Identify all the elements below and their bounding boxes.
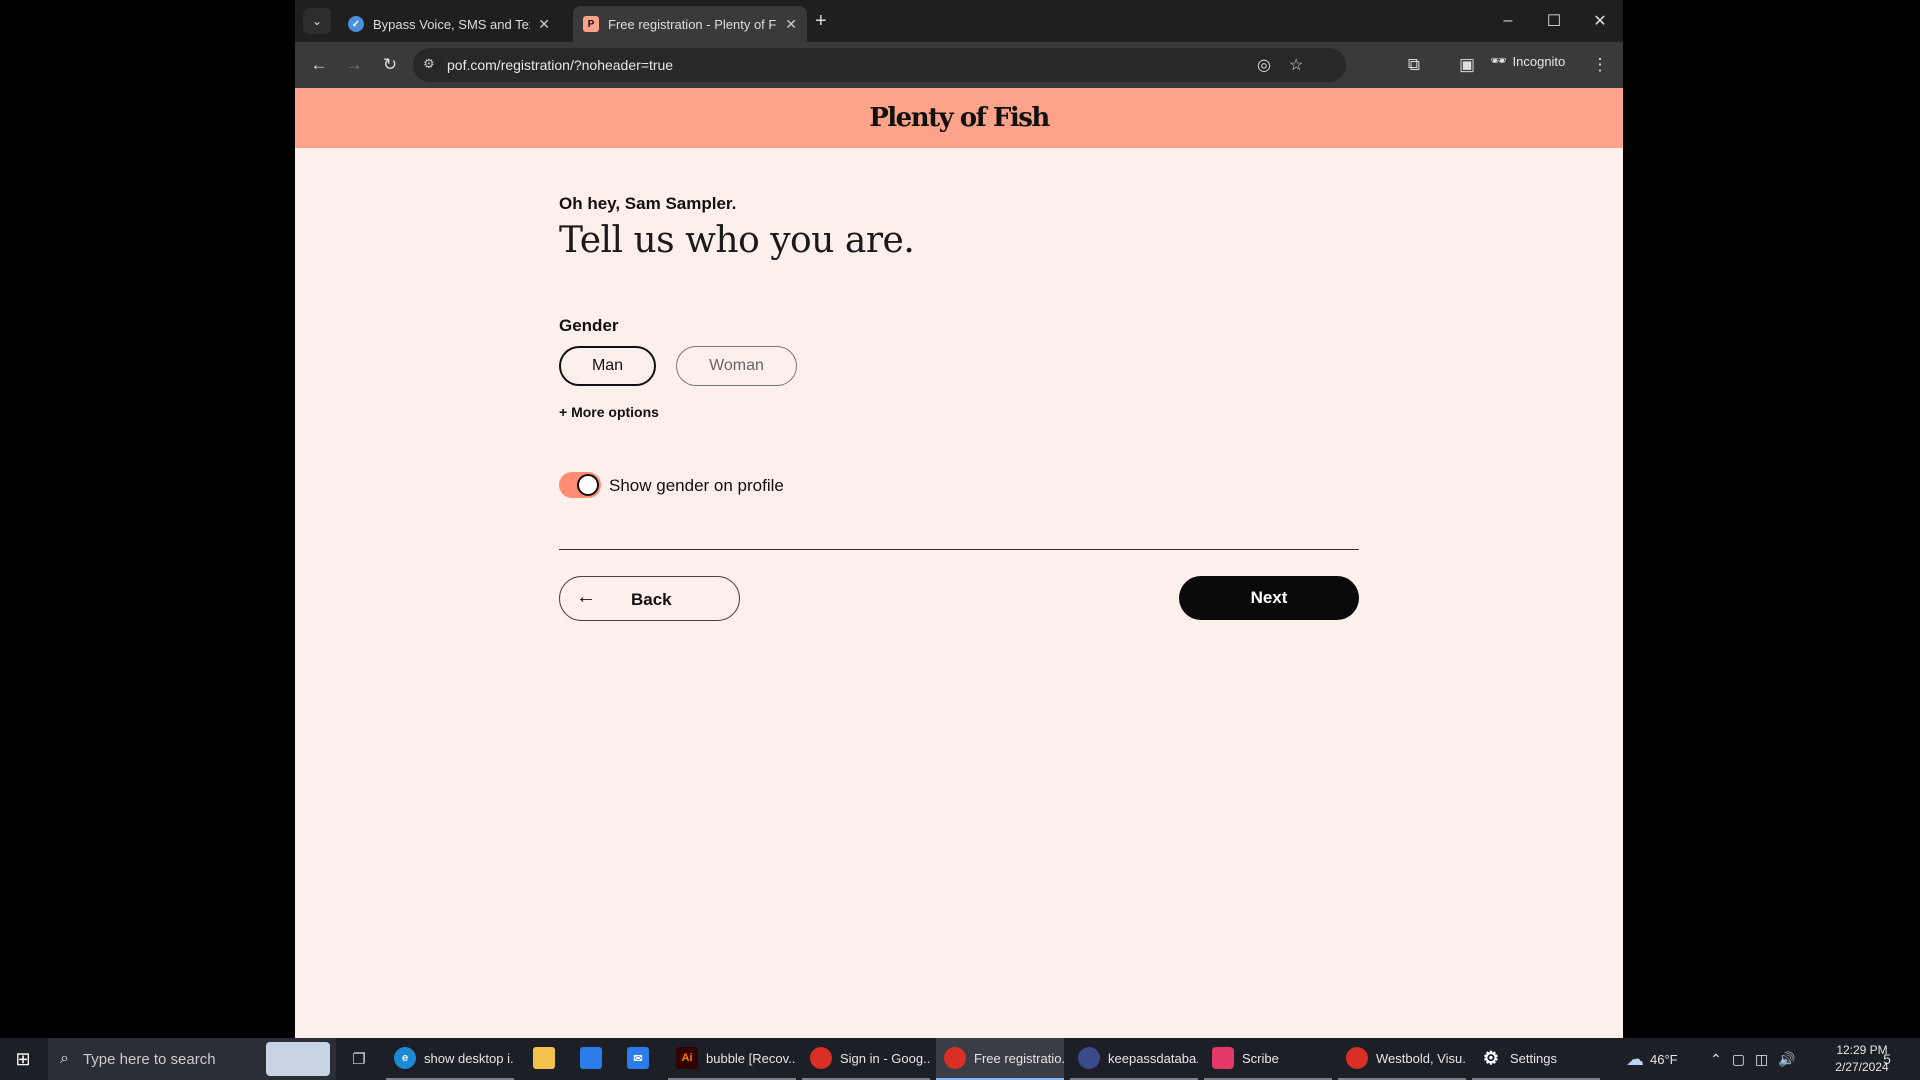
gender-label: Gender (559, 316, 619, 335)
keepass-icon (1078, 1047, 1100, 1069)
search-highlight-image (266, 1042, 330, 1076)
tab-bar: ⌄ ✓ Bypass Voice, SMS and Text Ver ✕ P F… (295, 0, 1623, 42)
divider (559, 549, 1359, 550)
browser-window: ⌄ ✓ Bypass Voice, SMS and Text Ver ✕ P F… (295, 0, 1623, 1038)
taskbar-search[interactable]: ⌕ Type here to search (48, 1038, 336, 1080)
notification-center-icon[interactable]: 5 (1876, 1048, 1898, 1070)
eye-off-icon[interactable]: ◎ (1257, 55, 1271, 75)
file-explorer-icon (533, 1047, 555, 1069)
edge-icon: e (394, 1047, 416, 1069)
taskbar-illustrator[interactable]: Ai bubble [Recov... (668, 1038, 796, 1080)
show-gender-label: Show gender on profile (609, 476, 784, 495)
pof-header: Plenty of Fish (295, 88, 1623, 148)
chrome-icon (1346, 1047, 1368, 1069)
window-close-button[interactable]: ✕ (1577, 0, 1623, 42)
illustrator-icon: Ai (676, 1047, 698, 1069)
desktop: ⌄ ✓ Bypass Voice, SMS and Text Ver ✕ P F… (0, 0, 1920, 1038)
weather-widget[interactable]: ☁ 46°F (1626, 1038, 1678, 1080)
menu-icon[interactable]: ⋮ (1588, 53, 1612, 77)
taskbar-keepass[interactable]: keepassdataba... (1070, 1038, 1198, 1080)
tab-search-button[interactable]: ⌄ (303, 8, 331, 34)
taskbar-edge[interactable]: e show desktop i... (386, 1038, 514, 1080)
close-icon[interactable]: ✕ (785, 16, 797, 33)
taskbar-chrome-registration[interactable]: Free registratio... (936, 1038, 1064, 1080)
gender-man-button[interactable]: Man (559, 346, 656, 386)
minimize-button[interactable]: – (1485, 0, 1531, 42)
taskbar-item-label: Westbold, Visu... (1376, 1050, 1466, 1066)
taskbar-item-label: show desktop i... (424, 1050, 514, 1066)
taskbar-item-label: Scribe (1242, 1050, 1279, 1066)
new-tab-button[interactable]: + (815, 8, 827, 34)
pof-logo-icon: P (583, 16, 599, 32)
incognito-icon: 🕶 (1490, 53, 1507, 68)
store-icon (580, 1047, 602, 1069)
toggle-knob (577, 474, 599, 496)
weather-temp: 46°F (1650, 1051, 1678, 1067)
taskbar-item-label: bubble [Recov... (706, 1050, 796, 1066)
taskbar-store[interactable] (569, 1038, 613, 1080)
incognito-label: Incognito (1512, 53, 1566, 69)
greeting-text: Oh hey, Sam Sampler. (559, 194, 737, 213)
search-placeholder: Type here to search (82, 1050, 216, 1068)
tab-bypass-voice[interactable]: ✓ Bypass Voice, SMS and Text Ver ✕ (338, 6, 560, 42)
arrow-left-icon: ← (576, 586, 596, 608)
next-button[interactable]: Next (1179, 576, 1359, 620)
system-tray: ⌃ ▢ ◫ 🔊 (1710, 1038, 1796, 1080)
tab-title: Free registration - Plenty of Fish (608, 16, 778, 32)
incognito-indicator[interactable]: 🕶 Incognito (1490, 53, 1565, 69)
page-title: Tell us who you are. (559, 220, 915, 261)
url-text: pof.com/registration/?noheader=true (447, 57, 674, 73)
taskbar-chrome-westbold[interactable]: Westbold, Visu... (1338, 1038, 1466, 1080)
search-icon: ⌕ (60, 1050, 69, 1067)
pof-logo[interactable]: Plenty of Fish (869, 103, 1050, 133)
forward-nav-button[interactable]: → (342, 53, 366, 77)
taskbar-settings[interactable]: ⚙ Settings (1472, 1038, 1600, 1080)
side-panel-icon[interactable]: ▣ (1455, 53, 1479, 77)
maximize-button[interactable]: ☐ (1531, 0, 1577, 42)
more-options-link[interactable]: + More options (559, 404, 659, 420)
chrome-icon (944, 1047, 966, 1069)
close-icon[interactable]: ✕ (538, 16, 550, 33)
site-info-icon[interactable]: ⚙ (423, 56, 435, 72)
back-label: Back (631, 590, 672, 609)
volume-icon[interactable]: 🔊 (1778, 1051, 1795, 1068)
taskbar-mail[interactable]: ✉ (616, 1038, 660, 1080)
reload-button[interactable]: ↻ (378, 53, 402, 77)
browser-toolbar: ← → ↻ ⚙ pof.com/registration/?noheader=t… (295, 42, 1623, 88)
back-nav-button[interactable]: ← (307, 53, 331, 77)
taskbar-file-explorer[interactable] (522, 1038, 566, 1080)
taskbar: ⊞ ⌕ Type here to search ❐ e show desktop… (0, 1038, 1920, 1080)
taskbar-item-label: keepassdataba... (1108, 1050, 1198, 1066)
meet-now-icon[interactable]: ▢ (1732, 1051, 1745, 1068)
notification-count: 5 (1883, 1051, 1891, 1067)
address-bar[interactable]: ⚙ pof.com/registration/?noheader=true ◎ … (413, 48, 1346, 82)
show-gender-toggle[interactable] (559, 472, 601, 498)
cloud-icon: ☁ (1626, 1048, 1644, 1069)
check-circle-icon: ✓ (348, 16, 364, 32)
taskbar-scribe[interactable]: Scribe (1204, 1038, 1332, 1080)
taskbar-item-label: Free registratio... (974, 1050, 1064, 1066)
network-icon[interactable]: ◫ (1755, 1051, 1768, 1068)
gear-icon: ⚙ (1482, 1047, 1500, 1068)
chevron-up-icon[interactable]: ⌃ (1710, 1051, 1722, 1068)
tab-free-registration[interactable]: P Free registration - Plenty of Fish ✕ (573, 6, 807, 42)
mail-icon: ✉ (627, 1047, 649, 1069)
chrome-icon (810, 1047, 832, 1069)
taskbar-item-label: Sign in - Goog... (840, 1050, 930, 1066)
task-view-icon[interactable]: ❐ (346, 1048, 372, 1070)
taskbar-item-label: Settings (1510, 1050, 1557, 1066)
scribe-icon (1212, 1047, 1234, 1069)
tab-title: Bypass Voice, SMS and Text Ver (373, 16, 530, 32)
taskbar-chrome-signin[interactable]: Sign in - Goog... (802, 1038, 930, 1080)
windows-start-icon[interactable]: ⊞ (0, 1038, 46, 1080)
gender-woman-button[interactable]: Woman (676, 346, 797, 386)
star-icon[interactable]: ☆ (1289, 55, 1303, 75)
extensions-icon[interactable]: ⧉ (1402, 53, 1426, 77)
back-button[interactable]: ← Back (559, 576, 740, 621)
